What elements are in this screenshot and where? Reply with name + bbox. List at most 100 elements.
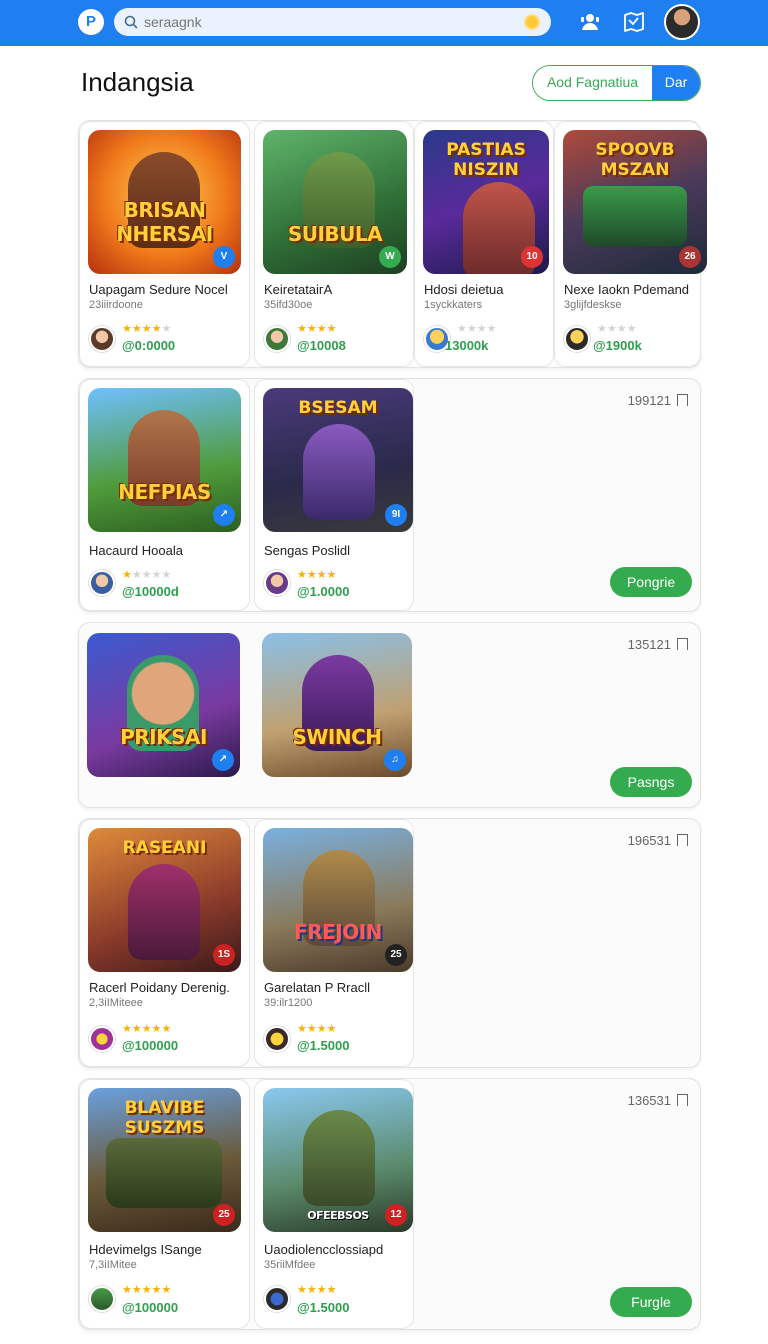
- app-thumbnail[interactable]: OFEEBSOS 12: [263, 1088, 413, 1232]
- app-thumbnail[interactable]: BRISAN NHERSAI V: [88, 130, 241, 274]
- map-icon[interactable]: [622, 10, 646, 34]
- app-subtitle: 35riiMfdee: [264, 1259, 316, 1271]
- thumbnail-art-text: RASEANI: [122, 838, 207, 858]
- rating-stars: ★★★★: [297, 569, 337, 581]
- app-subtitle: 39:ilr1200: [264, 997, 313, 1009]
- price-label: @0:0000: [122, 338, 176, 353]
- platform-badge: ♫: [384, 749, 406, 771]
- app-thumbnail[interactable]: SWINCH ♫: [262, 633, 412, 777]
- app-card-row: 135121 PRIKSAI ↗ SWINCH ♫ Pasngs: [78, 622, 701, 808]
- app-thumbnail[interactable]: SUIBULA W: [263, 130, 407, 274]
- thumbnail-art-text: SPOOVB MSZAN: [595, 140, 675, 180]
- developer-avatar: [264, 1026, 290, 1052]
- app-thumbnail[interactable]: SPOOVB MSZAN 26: [563, 130, 707, 274]
- card-count: 196531: [627, 833, 671, 848]
- app-name[interactable]: Racerl Poidany Derenig.: [89, 980, 230, 995]
- app-tile[interactable]: BLAVIBE SUSZMS 25 Hdevimelgs ISange 7,3i…: [79, 1079, 250, 1329]
- card-meta: 199121: [628, 393, 688, 408]
- header-actions: Aod Fagnatiua Dar: [532, 65, 701, 101]
- app-card-row: 196531 RASEANI 1S Racerl Poidany Derenig…: [78, 818, 701, 1068]
- card-meta: 196531: [628, 833, 688, 848]
- app-thumbnail[interactable]: NEFPIAS ↗: [88, 388, 241, 532]
- platform-badge: ↗: [212, 749, 234, 771]
- app-tile[interactable]: PRIKSAI ↗: [79, 623, 250, 791]
- platform-badge: ↗: [213, 504, 235, 526]
- price-label: @100000: [122, 1300, 179, 1315]
- get-button[interactable]: Pongrie: [610, 567, 692, 597]
- get-button[interactable]: Furgle: [610, 1287, 692, 1317]
- user-avatar[interactable]: [664, 4, 700, 40]
- rating-stars: ★★★★: [457, 323, 497, 335]
- app-name[interactable]: Sengas Poslidl: [264, 543, 350, 558]
- add-button[interactable]: Aod Fagnatiua: [533, 66, 652, 100]
- app-name[interactable]: Nexe Iaokn Pdemand: [564, 282, 689, 297]
- app-card-row: BRISAN NHERSAI V Uapagam Sedure Nocel 23…: [78, 120, 707, 368]
- developer-avatar: [89, 570, 115, 596]
- developer-avatar: [264, 570, 290, 596]
- app-name[interactable]: KeiretataiгA: [264, 282, 332, 297]
- app-tile[interactable]: SUIBULA W KeiretataiгA 35ifd30oe ★★★★ @1…: [254, 121, 414, 367]
- app-tile[interactable]: OFEEBSOS 12 Uaodiolencclossiapd 35riiMfd…: [254, 1079, 414, 1329]
- app-name[interactable]: Garelatan P Rracll: [264, 980, 370, 995]
- bookmark-icon[interactable]: [677, 834, 688, 846]
- platform-badge: 25: [385, 944, 407, 966]
- bookmark-icon[interactable]: [677, 638, 688, 650]
- app-thumbnail[interactable]: RASEANI 1S: [88, 828, 241, 972]
- thumbnail-art-text: FREJOIN: [294, 920, 382, 944]
- card-count: 135121: [627, 637, 671, 652]
- app-thumbnail[interactable]: PRIKSAI ↗: [87, 633, 240, 777]
- app-subtitle: 2,3iIMiteee: [89, 997, 143, 1009]
- thumbnail-art-text: BRISAN NHERSAI: [116, 198, 213, 246]
- card-meta: 135121: [628, 637, 688, 652]
- rating-stars: ★★★★: [297, 323, 337, 335]
- app-name[interactable]: Hacaurd Hooala: [89, 543, 183, 558]
- app-name[interactable]: Uapagam Sedure Nocel: [89, 282, 228, 297]
- card-count: 136531: [627, 1093, 671, 1108]
- app-tile[interactable]: RASEANI 1S Racerl Poidany Derenig. 2,3iI…: [79, 819, 250, 1067]
- app-thumbnail[interactable]: PASTIAS NISZIN 10: [423, 130, 549, 274]
- app-thumbnail[interactable]: BSESAM 9I: [263, 388, 413, 532]
- app-name[interactable]: Uaodiolencclossiapd: [264, 1242, 383, 1257]
- price-label: @1.5000: [297, 1300, 350, 1315]
- search-bar[interactable]: [114, 8, 551, 36]
- app-name[interactable]: Hdosi deietua: [424, 282, 504, 297]
- app-subtitle: 1syckkaters: [424, 299, 483, 311]
- app-tile[interactable]: PASTIAS NISZIN 10 Hdosi deietua 1syckkat…: [414, 121, 554, 367]
- app-name[interactable]: Hdevimelgs ISange: [89, 1242, 202, 1257]
- thumbnail-art-text: PASTIAS NISZIN: [446, 140, 526, 180]
- thumbnail-art-text: SWINCH: [292, 725, 382, 749]
- app-tile[interactable]: SWINCH ♫: [254, 623, 414, 791]
- platform-badge: 1S: [213, 944, 235, 966]
- thumbnail-art-text: BSESAM: [298, 398, 378, 418]
- developer-avatar: [264, 326, 290, 352]
- app-tile[interactable]: FREJOIN 25 Garelatan P Rracll 39:ilr1200…: [254, 819, 414, 1067]
- rating-stars: ★★★★★: [122, 323, 172, 335]
- app-subtitle: 3glijfdeskse: [564, 299, 622, 311]
- developer-avatar: [564, 326, 590, 352]
- bookmark-icon[interactable]: [677, 1094, 688, 1106]
- mic-icon[interactable]: [524, 14, 540, 30]
- rating-stars: ★★★★★: [122, 569, 172, 581]
- app-tile[interactable]: NEFPIAS ↗ Hacaurd Hooala ★★★★★ @10000d: [79, 379, 250, 611]
- developer-avatar: [264, 1286, 290, 1312]
- app-tile[interactable]: SPOOVB MSZAN 26 Nexe Iaokn Pdemand 3glij…: [554, 121, 707, 367]
- app-tile[interactable]: BSESAM 9I Sengas Poslidl ★★★★ @1.0000: [254, 379, 414, 611]
- dar-button[interactable]: Dar: [652, 66, 700, 100]
- card-meta: 136531: [628, 1093, 688, 1108]
- price-label: @1.5000: [297, 1038, 350, 1053]
- platform-badge: V: [213, 246, 235, 268]
- app-logo[interactable]: P: [78, 9, 104, 35]
- bookmark-icon[interactable]: [677, 394, 688, 406]
- platform-badge: 10: [521, 246, 543, 268]
- price-label: @10000d: [122, 584, 179, 599]
- rating-stars: ★★★★★: [122, 1284, 172, 1296]
- support-agent-icon[interactable]: [578, 10, 602, 34]
- app-thumbnail[interactable]: FREJOIN 25: [263, 828, 413, 972]
- app-tile[interactable]: BRISAN NHERSAI V Uapagam Sedure Nocel 23…: [79, 121, 250, 367]
- thumbnail-art-text: BLAVIBE SUSZMS: [124, 1098, 205, 1138]
- card-count: 199121: [627, 393, 671, 408]
- search-input[interactable]: [144, 12, 524, 32]
- app-thumbnail[interactable]: BLAVIBE SUSZMS 25: [88, 1088, 241, 1232]
- price-label: @10008: [297, 338, 346, 353]
- get-button[interactable]: Pasngs: [610, 767, 692, 797]
